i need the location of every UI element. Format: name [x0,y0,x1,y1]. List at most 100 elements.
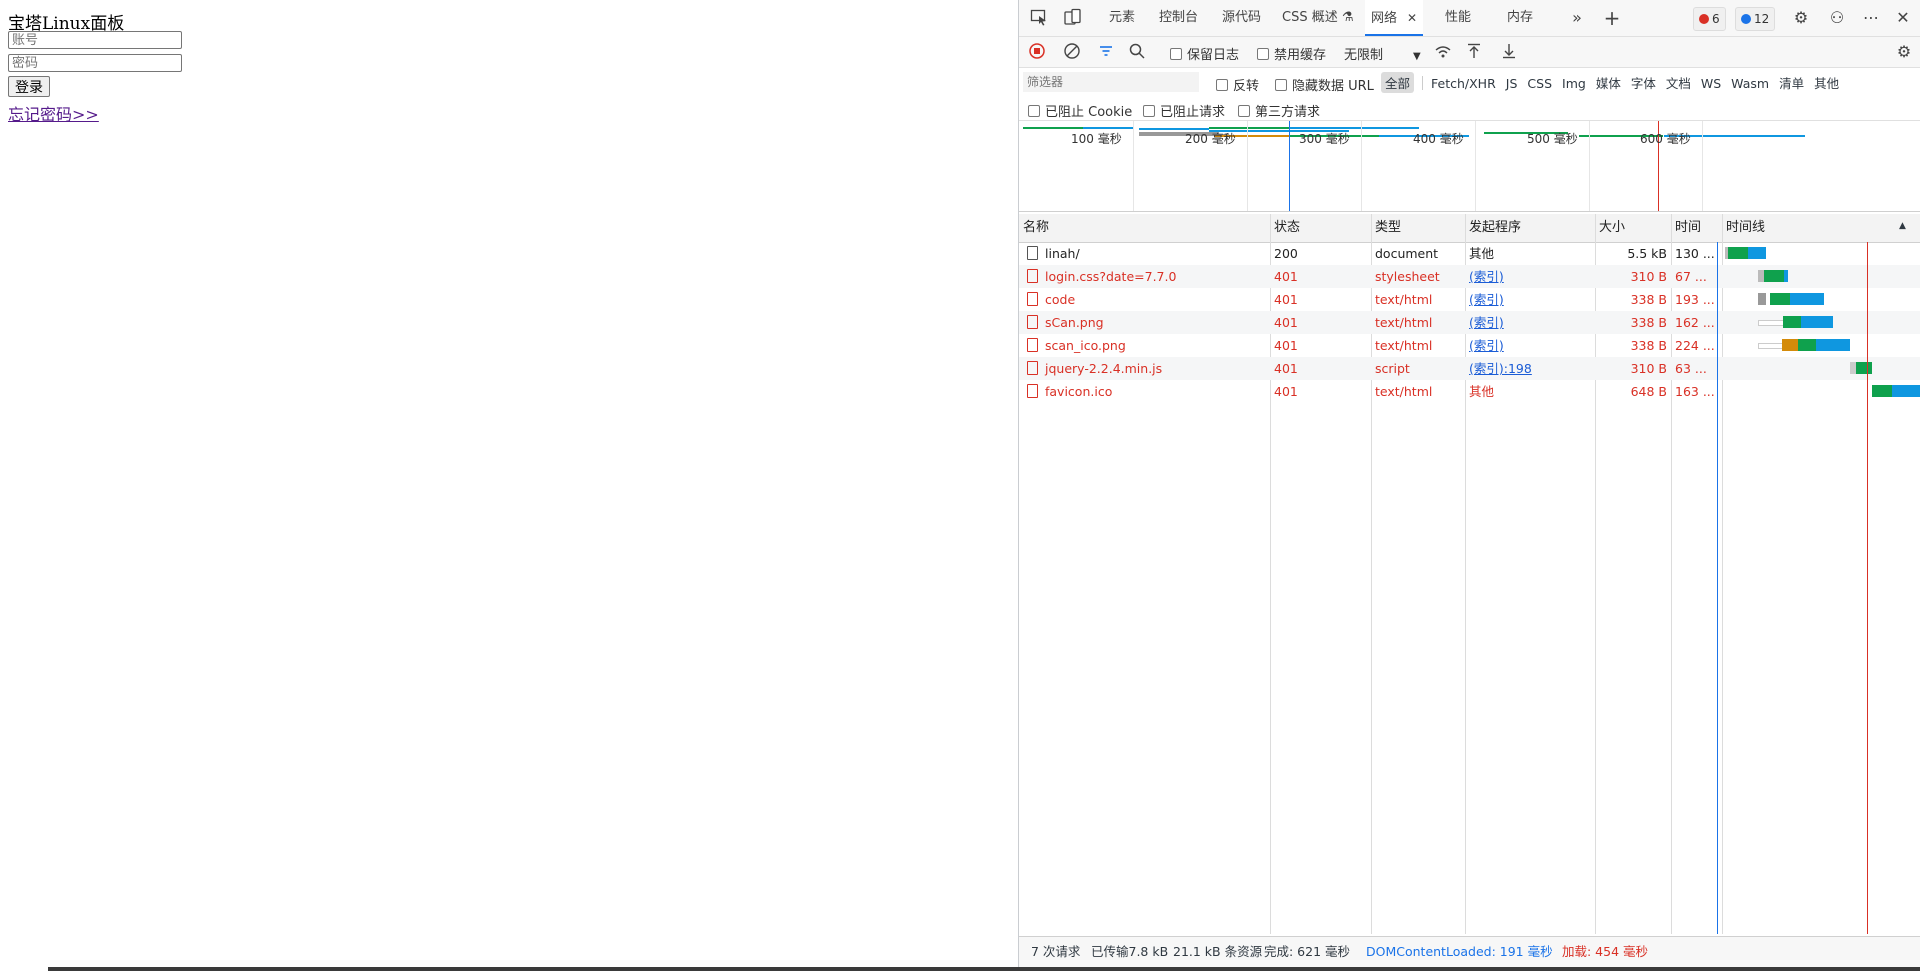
preserve-log-checkbox[interactable]: 保留日志 [1170,44,1239,63]
type-filter-4[interactable]: Img [1558,75,1590,92]
cell-time: 162 ... [1671,311,1718,334]
type-filter-8[interactable]: WS [1697,75,1725,92]
cell-initiator[interactable]: (索引):198 [1465,357,1591,380]
column-header-0[interactable]: 名称 [1019,214,1270,242]
resource-size: 21.1 kB 条资源 [1173,944,1263,959]
column-header-6[interactable]: 时间线 [1722,214,1920,242]
cell-time-text: 162 ... [1675,315,1715,330]
cell-name[interactable]: sCan.png [1019,311,1270,334]
cell-size: 338 B [1595,288,1667,311]
message-count-badge[interactable]: 12 [1735,7,1776,31]
import-har-upload-icon[interactable] [1464,42,1484,62]
cell-initiator-text: (索引) [1469,292,1504,307]
blocked-requests-checkbox[interactable]: 已阻止请求 [1143,101,1225,120]
cell-status: 401 [1270,380,1367,403]
cell-size-text: 5.5 kB [1627,246,1667,261]
cell-name[interactable]: jquery-2.2.4.min.js [1019,357,1270,380]
table-row[interactable]: jquery-2.2.4.min.js 401 script (索引):198 310 … [1019,357,1920,380]
cell-name[interactable]: favicon.ico [1019,380,1270,403]
close-devtools-icon[interactable]: ✕ [1893,8,1913,28]
type-filter-5[interactable]: 媒体 [1592,72,1625,93]
cell-initiator[interactable]: (索引) [1465,311,1591,334]
tab-performance[interactable]: 性能 [1445,0,1471,36]
resource-type-filters: 全部 Fetch/XHR JS CSS Img 媒体 字体 文档 WS Wasm 清单 其他 [1381,72,1845,93]
cell-size: 310 B [1595,357,1667,380]
account-input[interactable] [8,31,182,49]
table-row[interactable]: code 401 text/html (索引) 338 B 193 ... [1019,288,1920,311]
type-filter-0[interactable]: 全部 [1381,72,1415,93]
table-row[interactable]: sCan.png 401 text/html (索引) 338 B 162 ... [1019,311,1920,334]
password-input[interactable] [8,54,182,72]
clear-icon[interactable] [1062,42,1082,62]
message-count: 12 [1754,12,1770,26]
table-row[interactable]: login.css?date=7.7.0 401 stylesheet (索引) 310… [1019,265,1920,288]
device-toolbar-icon[interactable] [1063,8,1083,28]
type-filter-6[interactable]: 字体 [1627,72,1660,93]
sort-ascending-icon[interactable]: ▲ [1899,221,1906,231]
column-header-4[interactable]: 大小 [1595,214,1671,242]
table-row[interactable]: favicon.ico 401 text/html 其他 648 B 163 ... [1019,380,1920,403]
tab-network-label: 网络 [1371,11,1398,26]
filter-icon[interactable] [1096,42,1116,62]
tab-memory[interactable]: 内存 [1507,0,1533,36]
cell-initiator: 其他 [1465,242,1591,265]
cell-name[interactable]: linah/ [1019,242,1270,265]
login-button[interactable]: 登录 [8,76,50,97]
overview-tick-label: 300 毫秒 [1299,132,1350,146]
overview-tick-label: 500 毫秒 [1527,132,1578,146]
more-options-icon[interactable]: ⋯ [1861,8,1881,28]
type-filter-2[interactable]: JS [1502,75,1522,92]
type-filter-9[interactable]: Wasm [1727,75,1773,92]
network-overview-timeline[interactable]: 100 毫秒 200 毫秒 300 毫秒 400 毫秒 500 毫秒 600 毫秒 [1019,121,1920,212]
cell-name[interactable]: scan_ico.png [1019,334,1270,357]
disable-cache-checkbox[interactable]: 禁用缓存 [1257,44,1326,63]
hide-data-urls-checkbox[interactable]: 隐藏数据 URL [1275,75,1374,94]
cell-size-text: 648 B [1630,384,1667,399]
type-filter-3[interactable]: CSS [1523,75,1556,92]
type-filter-10[interactable]: 清单 [1775,72,1808,93]
network-conditions-wifi-icon[interactable] [1433,42,1453,62]
type-filter-1[interactable]: Fetch/XHR [1427,75,1500,92]
third-party-checkbox[interactable]: 第三方请求 [1238,101,1320,120]
waterfall-bar [1764,270,1784,282]
column-header-3[interactable]: 发起程序 [1465,214,1595,242]
dropdown-arrow-icon: ▼ [1413,51,1421,62]
record-stop-icon[interactable] [1027,42,1047,62]
tab-sources[interactable]: 源代码 [1222,0,1261,36]
add-tab-plus-icon[interactable]: + [1602,8,1622,28]
column-header-2[interactable]: 类型 [1371,214,1465,242]
cell-initiator[interactable]: (索引) [1465,334,1591,357]
blocked-cookies-checkbox[interactable]: 已阻止 Cookie [1028,101,1132,120]
table-row[interactable]: linah/200 document 其他 5.5 kB 130 ... [1019,242,1920,265]
close-tab-icon[interactable]: ✕ [1407,11,1417,25]
network-settings-gear-icon[interactable]: ⚙ [1894,42,1914,62]
forgot-password-link[interactable]: 忘记密码>> [8,101,99,125]
column-header-5[interactable]: 时间 [1671,214,1722,242]
type-filter-11[interactable]: 其他 [1810,72,1843,93]
search-icon[interactable] [1127,42,1147,62]
type-filter-7[interactable]: 文档 [1662,72,1695,93]
tab-css-overview[interactable]: CSS 概述 ⚗ [1282,0,1354,36]
cell-initiator[interactable]: (索引) [1465,288,1591,311]
cell-initiator[interactable]: (索引) [1465,265,1591,288]
error-count-badge[interactable]: 6 [1693,7,1726,31]
tab-network[interactable]: 网络 ✕ [1365,0,1424,36]
tab-console[interactable]: 控制台 [1159,0,1198,36]
invert-checkbox[interactable]: 反转 [1216,75,1259,94]
message-icon [1741,14,1751,24]
more-tabs-chevron-icon[interactable]: » [1567,8,1587,28]
table-row[interactable]: scan_ico.png 401 text/html (索引) 338 B 224 ... [1019,334,1920,357]
cell-name[interactable]: code [1019,288,1270,311]
filter-input[interactable] [1023,72,1199,92]
column-header-1[interactable]: 状态 [1270,214,1371,242]
customize-icon[interactable]: ⚇ [1827,8,1847,28]
cell-status-text: 401 [1274,338,1298,353]
devtools-panel: 元素 控制台 源代码 CSS 概述 ⚗ 网络 ✕ 性能 内存 » + 6 12 ⚙… [1018,0,1920,968]
settings-gear-icon[interactable]: ⚙ [1791,8,1811,28]
inspect-element-icon[interactable] [1029,8,1049,28]
cell-time-text: 163 ... [1675,384,1715,399]
tab-elements[interactable]: 元素 [1109,0,1135,36]
throttling-select[interactable]: 无限制 ▼ [1344,44,1421,63]
cell-name[interactable]: login.css?date=7.7.0 [1019,265,1270,288]
export-har-download-icon[interactable] [1499,42,1519,62]
